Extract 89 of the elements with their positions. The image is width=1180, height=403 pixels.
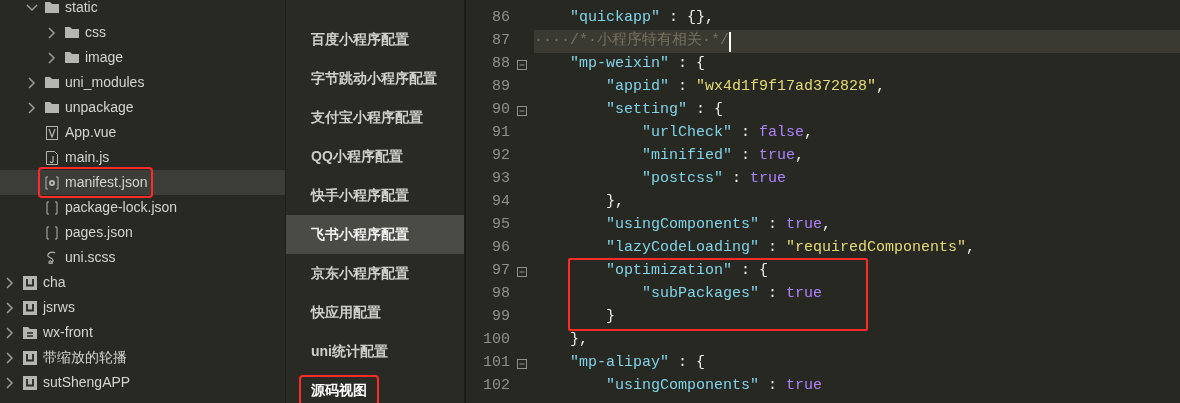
chevron-right-icon[interactable] — [46, 51, 58, 64]
chevron-right-icon[interactable] — [26, 101, 38, 114]
line-number: 94 — [491, 192, 510, 213]
chevron-right-icon[interactable] — [4, 276, 16, 289]
line-number: 97 — [491, 261, 510, 282]
tree-item[interactable]: static — [65, 0, 98, 18]
line-number: 102 — [482, 376, 510, 397]
tree-item[interactable]: pages.json — [65, 222, 133, 243]
line-number: 86 — [491, 8, 510, 29]
code-line: "mp-alipay" : { — [569, 353, 706, 374]
folder-icon — [22, 324, 38, 341]
brackets-icon — [44, 224, 60, 241]
line-number: 100 — [482, 330, 510, 351]
chevron-right-icon[interactable] — [4, 326, 16, 339]
code-line: "urlCheck" : false, — [641, 123, 814, 144]
nav-item[interactable]: QQ小程序配置 — [301, 143, 413, 170]
nav-item[interactable]: 快手小程序配置 — [301, 182, 419, 209]
tree-item[interactable]: cha — [43, 272, 66, 293]
tree-item[interactable]: 带缩放的轮播 — [43, 347, 127, 368]
line-number: 91 — [491, 123, 510, 144]
fold-icon[interactable] — [517, 266, 527, 277]
chevron-right-icon[interactable] — [4, 376, 16, 389]
tree-item[interactable]: package-lock.json — [65, 197, 178, 218]
tree-item[interactable]: uni_modules — [65, 72, 145, 93]
code-line: } — [605, 307, 615, 328]
nav-item[interactable]: 京东小程序配置 — [301, 260, 419, 287]
tree-item[interactable]: css — [85, 22, 106, 43]
code-line: "optimization" : { — [605, 261, 769, 282]
folder-icon — [64, 24, 80, 41]
code-line: "mp-weixin" : { — [569, 54, 706, 75]
nav-item[interactable]: uni统计配置 — [301, 338, 398, 365]
folder-icon — [44, 99, 60, 116]
code-line: }, — [569, 330, 588, 351]
line-number: 88 — [491, 54, 510, 75]
code-line: }, — [605, 192, 624, 213]
line-number: 99 — [491, 307, 510, 328]
line-number: 90 — [491, 100, 510, 121]
tree-item[interactable]: uni.scss — [65, 247, 116, 268]
project-icon — [22, 274, 38, 291]
text-cursor — [729, 31, 731, 52]
file-icon — [44, 124, 60, 141]
tree-item[interactable]: sutShengAPP — [43, 372, 131, 393]
code-line: "appid" : "wx4d1f9f17ad372828", — [605, 77, 886, 98]
tree-item[interactable]: unpackage — [65, 97, 134, 118]
tree-item[interactable]: main.js — [65, 147, 110, 168]
code-line: "quickapp" : {}, — [569, 8, 715, 29]
line-number: 96 — [491, 238, 510, 259]
tree-item[interactable]: manifest.json — [65, 172, 148, 193]
line-number: 95 — [491, 215, 510, 236]
selected-row[interactable]: manifest.json — [0, 170, 285, 195]
line-number: 98 — [491, 284, 510, 305]
tree-item[interactable]: image — [85, 47, 124, 68]
brackets-icon — [44, 199, 60, 216]
code-line: "minified" : true, — [641, 146, 805, 167]
project-icon — [22, 349, 38, 366]
folder-icon — [44, 0, 60, 16]
line-number: 92 — [491, 146, 510, 167]
fold-icon[interactable] — [517, 59, 527, 70]
code-line: "postcss" : true — [641, 169, 787, 190]
code-line: "lazyCodeLoading" : "requiredComponents", — [605, 238, 976, 259]
nav-item[interactable]: 字节跳动小程序配置 — [301, 65, 447, 92]
line-number: 89 — [491, 77, 510, 98]
line-number: 101 — [482, 353, 510, 374]
chevron-right-icon[interactable] — [4, 351, 16, 364]
chevron-down-icon[interactable] — [26, 1, 38, 14]
code-line: "subPackages" : true — [641, 284, 823, 305]
file-icon — [44, 149, 60, 166]
tree-item[interactable]: jsrws — [43, 297, 75, 318]
code-line: "usingComponents" : true, — [605, 215, 832, 236]
line-number: 87 — [491, 31, 510, 52]
nav-item[interactable]: 支付宝小程序配置 — [301, 104, 433, 131]
chevron-right-icon[interactable] — [4, 301, 16, 314]
code-line: "setting" : { — [605, 100, 724, 121]
nav-item[interactable]: 源码视图 — [301, 377, 377, 403]
fold-icon[interactable] — [517, 105, 527, 116]
nav-item[interactable]: 百度小程序配置 — [301, 26, 419, 53]
chevron-right-icon[interactable] — [26, 76, 38, 89]
tree-item[interactable]: App.vue — [65, 122, 117, 143]
code-line: "usingComponents" : true — [605, 376, 823, 397]
chevron-right-icon[interactable] — [46, 26, 58, 39]
fold-icon[interactable] — [517, 358, 527, 369]
nav-item[interactable]: 快应用配置 — [301, 299, 391, 326]
folder-icon — [44, 74, 60, 91]
folder-icon — [64, 49, 80, 66]
project-icon — [22, 299, 38, 316]
tree-item[interactable]: wx-front — [43, 322, 93, 343]
line-number: 93 — [491, 169, 510, 190]
project-icon — [22, 374, 38, 391]
gear-file-icon — [44, 174, 60, 191]
